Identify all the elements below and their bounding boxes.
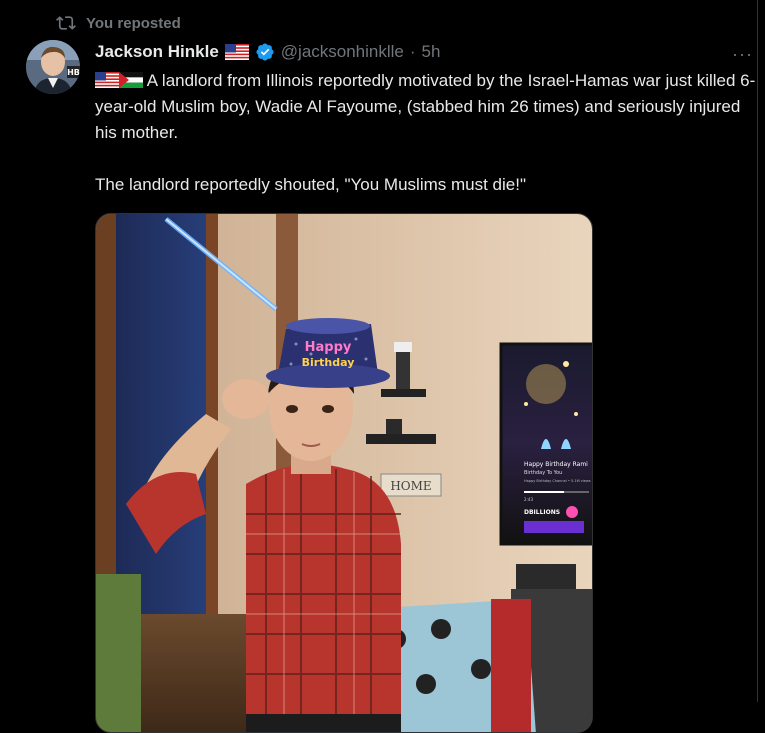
tv-channel: Happy Birthday Channel • 5.1M views — [524, 479, 591, 483]
verified-badge-icon[interactable] — [255, 42, 275, 62]
palestine-flag-icon — [119, 72, 143, 88]
tv-subtitle: Birthday To You — [524, 470, 562, 476]
tv-banner: DBILLIONS — [524, 509, 560, 516]
post-media-image[interactable]: HOME Happy Birthday Rami Birthday To You… — [95, 213, 593, 733]
wall-sign-text: HOME — [390, 479, 431, 493]
avatar-badge-text: HB — [67, 68, 80, 77]
post-paragraph-1: A landlord from Illinois reportedly moti… — [95, 68, 757, 146]
repost-indicator[interactable]: You reposted — [56, 10, 181, 36]
author-handle[interactable]: @jacksonhinklle — [281, 42, 404, 62]
us-flag-icon — [224, 44, 249, 60]
header-separator: · — [409, 42, 416, 61]
post-header: Jackson Hinkle @jacksonhinklle · 5h — [95, 40, 757, 64]
post-timestamp[interactable]: 5h — [422, 42, 441, 62]
hat-text-line1: Happy — [305, 340, 352, 355]
post-text: A landlord from Illinois reportedly moti… — [95, 68, 757, 198]
hat-text-line2: Birthday — [302, 356, 355, 369]
more-options-icon[interactable]: ··· — [732, 44, 753, 65]
post-paragraph-1-text: A landlord from Illinois reportedly moti… — [95, 71, 756, 142]
post-paragraph-2: The landlord reportedly shouted, "You Mu… — [95, 175, 526, 194]
tv-time: 2:43 — [524, 497, 533, 502]
avatar[interactable]: HB — [26, 40, 80, 94]
tv-title: Happy Birthday Rami — [524, 461, 588, 468]
repost-icon — [56, 16, 76, 30]
avatar-image: HB — [26, 40, 80, 94]
author-name[interactable]: Jackson Hinkle — [95, 42, 219, 62]
us-flag-icon — [95, 72, 119, 88]
repost-label: You reposted — [86, 14, 181, 32]
photo-scene: HOME Happy Birthday Rami Birthday To You… — [96, 214, 592, 732]
post-container[interactable]: You reposted HB Jackson Hinkle @jacksonh… — [0, 0, 758, 733]
